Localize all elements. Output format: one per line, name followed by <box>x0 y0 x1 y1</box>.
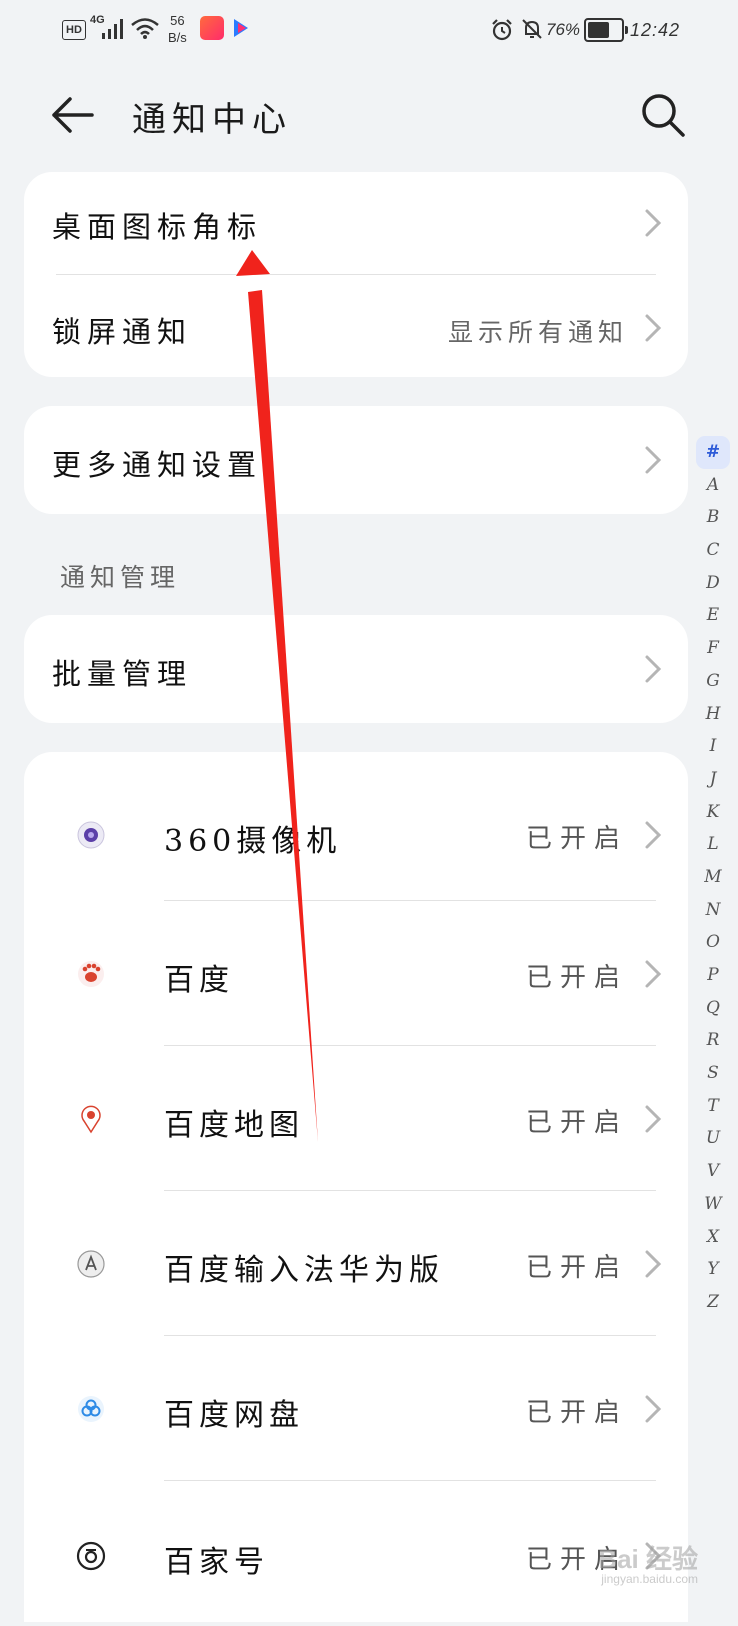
badge-setting-row[interactable]: 桌面图标角标 <box>24 172 688 274</box>
speed-unit: B/s <box>168 30 187 45</box>
app-name: 百度网盘 <box>164 1398 304 1433</box>
chevron-right-icon <box>645 314 662 342</box>
baidu-input-icon <box>77 1250 105 1278</box>
index-letter-f[interactable]: F <box>696 632 730 665</box>
lockscreen-notification-label: 锁屏通知 <box>52 315 193 349</box>
signal-icon <box>102 19 123 39</box>
back-arrow-icon[interactable] <box>48 90 98 140</box>
lockscreen-notification-value: 显示所有通知 <box>447 318 628 347</box>
more-notification-settings-label: 更多通知设置 <box>52 448 263 482</box>
battery-percent: 76% <box>546 20 581 39</box>
index-letter-e[interactable]: E <box>696 599 730 632</box>
index-letter-r[interactable]: R <box>696 1024 730 1057</box>
index-letter-y[interactable]: Y <box>696 1253 730 1286</box>
app-name: 360摄像机 <box>164 824 342 859</box>
watermark-text: Bai 经验 <box>598 1544 698 1574</box>
index-letter-g[interactable]: G <box>696 665 730 698</box>
clock: 12:42 <box>630 20 681 40</box>
status-bar: HD 4G 56 B/s 76% 12:42 <box>0 0 738 60</box>
index-letter-a[interactable]: A <box>696 469 730 502</box>
baidu-map-pin-icon <box>81 1105 101 1134</box>
app-row-360-camera[interactable]: 360摄像机 已开启 <box>24 764 688 909</box>
battery-icon <box>584 18 628 42</box>
index-letter-u[interactable]: U <box>696 1122 730 1155</box>
index-letter-m[interactable]: M <box>696 861 730 894</box>
app-status: 已开启 <box>525 963 628 993</box>
index-letter-s[interactable]: S <box>696 1057 730 1090</box>
index-letter-v[interactable]: V <box>696 1155 730 1188</box>
app-row-baidu-input[interactable]: 百度输入法华为版 已开启 <box>24 1191 688 1336</box>
section-title-notification-management: 通知管理 <box>60 563 181 592</box>
index-letter-p[interactable]: P <box>696 959 730 992</box>
search-icon[interactable] <box>638 90 688 140</box>
app-status: 已开启 <box>525 824 628 854</box>
chevron-right-icon <box>645 1105 662 1133</box>
baidu-netdisk-icon <box>78 1396 104 1422</box>
baidu-watermark: Bai 经验 jingyan.baidu.com <box>598 1539 698 1586</box>
alphabet-index-bar[interactable]: # A B C D E F G H I J K L M N O P Q R S T U V W X Y Z <box>696 436 730 1319</box>
index-letter-l[interactable]: L <box>696 828 730 861</box>
app-row-baidu-netdisk[interactable]: 百度网盘 已开启 <box>24 1336 688 1481</box>
youku-icon <box>234 19 248 37</box>
more-settings-card: 更多通知设置 <box>24 406 688 514</box>
batch-management-card: 批量管理 <box>24 615 688 723</box>
app-list-card: 360摄像机 已开启 百度 已开启 百度地图 已开启 百度输入法华为版 已开启 … <box>24 752 688 1622</box>
battery-fill <box>588 22 610 38</box>
chevron-right-icon <box>645 1395 662 1423</box>
index-letter-k[interactable]: K <box>696 796 730 829</box>
index-letter-w[interactable]: W <box>696 1188 730 1221</box>
batch-management-label: 批量管理 <box>52 657 193 691</box>
chevron-right-icon <box>645 821 662 849</box>
index-letter-c[interactable]: C <box>696 534 730 567</box>
index-letter-hash[interactable]: # <box>696 436 730 469</box>
speed-value: 56 <box>170 13 185 28</box>
index-letter-n[interactable]: N <box>696 894 730 927</box>
mute-bell-icon <box>522 19 542 39</box>
baijiahao-icon <box>76 1541 106 1571</box>
wifi-icon <box>131 18 159 39</box>
index-letter-j[interactable]: J <box>696 763 730 796</box>
app-name: 百家号 <box>164 1545 269 1580</box>
watermark-subtext: jingyan.baidu.com <box>601 1572 698 1586</box>
chevron-right-icon <box>645 960 662 988</box>
alarm-icon <box>492 19 512 41</box>
more-notification-settings-row[interactable]: 更多通知设置 <box>24 406 688 514</box>
chevron-right-icon <box>645 655 662 683</box>
app-row-baijiahao[interactable]: 百家号 已开启 <box>24 1481 688 1626</box>
general-settings-card: 桌面图标角标 锁屏通知 显示所有通知 <box>24 172 688 377</box>
index-letter-t[interactable]: T <box>696 1090 730 1123</box>
page-title: 通知中心 <box>132 100 292 140</box>
app-status: 已开启 <box>525 1108 628 1138</box>
index-letter-h[interactable]: H <box>696 698 730 731</box>
index-letter-x[interactable]: X <box>696 1221 730 1254</box>
lockscreen-notification-row[interactable]: 锁屏通知 显示所有通知 <box>24 275 688 377</box>
batch-management-row[interactable]: 批量管理 <box>24 615 688 723</box>
badge-setting-label: 桌面图标角标 <box>52 210 263 244</box>
app-status: 已开启 <box>525 1253 628 1283</box>
index-letter-z[interactable]: Z <box>696 1286 730 1319</box>
app-status: 已开启 <box>525 1398 628 1428</box>
index-letter-q[interactable]: Q <box>696 992 730 1025</box>
chevron-right-icon <box>645 209 662 237</box>
index-letter-i[interactable]: I <box>696 730 730 763</box>
chevron-right-icon <box>645 446 662 474</box>
index-letter-d[interactable]: D <box>696 567 730 600</box>
network-speed: 56 B/s <box>168 12 187 46</box>
notification-app-icon <box>200 16 224 40</box>
index-letter-b[interactable]: B <box>696 501 730 534</box>
camera-360-icon <box>77 821 105 849</box>
baidu-paw-icon <box>78 961 104 987</box>
app-name: 百度地图 <box>164 1108 304 1143</box>
hd-icon: HD <box>62 20 86 40</box>
app-name: 百度输入法华为版 <box>164 1253 444 1288</box>
index-letter-o[interactable]: O <box>696 926 730 959</box>
app-row-baidu-map[interactable]: 百度地图 已开启 <box>24 1046 688 1191</box>
app-row-baidu[interactable]: 百度 已开启 <box>24 901 688 1046</box>
chevron-right-icon <box>645 1250 662 1278</box>
battery-nub <box>625 26 628 34</box>
top-app-bar: 通知中心 <box>0 70 738 160</box>
app-name: 百度 <box>164 963 234 998</box>
